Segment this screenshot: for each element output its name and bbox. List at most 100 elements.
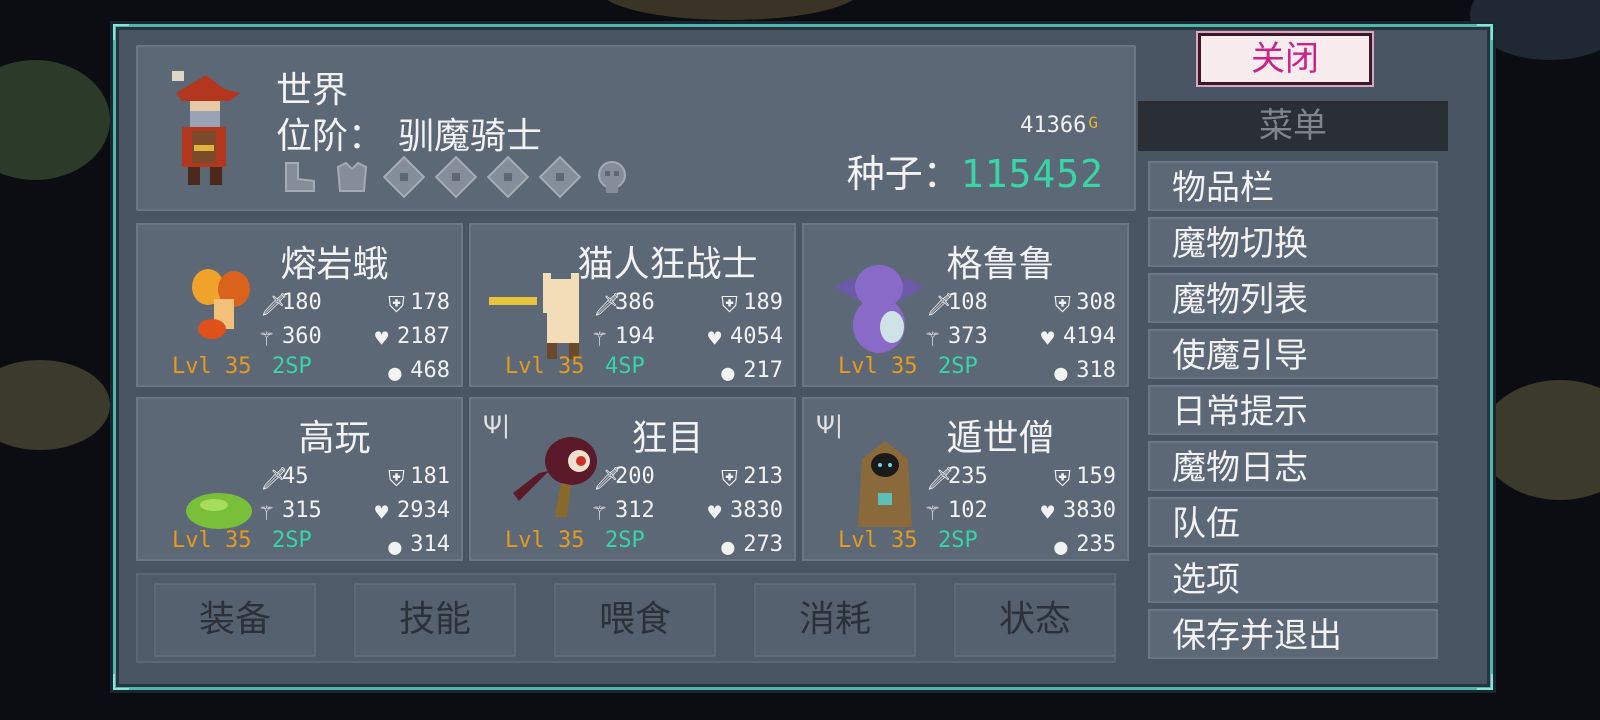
equipment-slots: [276, 155, 636, 199]
monster-card[interactable]: Ψ| 狂目 🗡 200 ⛨ 213 ⚚ 312 ♥ 3830 ● 273 Lvl 35 2SP: [469, 397, 796, 561]
status-button[interactable]: 状态: [954, 583, 1116, 657]
cave-rock-decoration: [0, 60, 110, 180]
equip-button[interactable]: 装备: [154, 583, 316, 657]
rune-slot-icon[interactable]: [432, 155, 480, 199]
food-bag-icon: ●: [1054, 361, 1068, 386]
armor-icon[interactable]: [328, 155, 376, 199]
seed-value: 115452: [960, 152, 1104, 196]
monster-card[interactable]: 高玩 🗡 45 ⛨ 181 ⚚ 315 ♥ 2934 ● 314 Lvl 35 2SP: [136, 397, 463, 561]
seed-display: 种子：115452: [847, 143, 1104, 198]
magic-value: 102: [948, 497, 988, 523]
attack-value: 386: [615, 289, 655, 315]
wand-icon: ⚚: [926, 501, 940, 526]
skill-points: 2SP: [938, 354, 978, 379]
menu-title: 菜单: [1138, 101, 1448, 151]
menu-item-monster-list[interactable]: 魔物列表: [1148, 273, 1438, 323]
defense-value: 181: [410, 463, 450, 489]
attack-value: 45: [282, 463, 309, 489]
food-value: 217: [743, 357, 783, 383]
boot-icon[interactable]: [276, 155, 324, 199]
feed-button[interactable]: 喂食: [554, 583, 716, 657]
shield-icon: ⛨: [721, 467, 738, 492]
sword-icon: 🗡: [260, 293, 288, 318]
menu-item-switch-monster[interactable]: 魔物切换: [1148, 217, 1438, 267]
food-value: 235: [1076, 531, 1116, 557]
food-value: 314: [410, 531, 450, 557]
cave-rock-decoration: [1480, 380, 1600, 500]
level-label: Lvl 35: [172, 528, 252, 553]
level-label: Lvl 35: [505, 528, 585, 553]
monster-name: 熔岩蛾: [280, 244, 389, 285]
level-label: Lvl 35: [172, 354, 252, 379]
monster-card[interactable]: 猫人狂战士 🗡 386 ⛨ 189 ⚚ 194 ♥ 4054 ● 217 Lvl 35 4SP: [469, 223, 796, 387]
skill-points: 4SP: [605, 354, 645, 379]
monster-menu-window: 世界 位阶： 驯魔骑士 41366 G 种子：115452 熔岩蛾 🗡 180 ⛨ 178…: [113, 24, 1493, 690]
rune-slot-icon[interactable]: [484, 155, 532, 199]
menu-item-save-and-quit[interactable]: 保存并退出: [1148, 609, 1438, 659]
menu-item-inventory[interactable]: 物品栏: [1148, 161, 1438, 211]
menu-item-daily-tips[interactable]: 日常提示: [1148, 385, 1438, 435]
rank-value: 驯魔骑士: [398, 116, 543, 157]
food-value: 318: [1076, 357, 1116, 383]
gold-amount: 41366 G: [1020, 113, 1098, 138]
gold-value: 41366: [1020, 113, 1087, 138]
frame-corner: [113, 674, 129, 690]
slime-sprite: [186, 493, 252, 529]
sword-icon: 🗡: [593, 293, 621, 318]
frame-corner: [113, 24, 129, 40]
skull-icon[interactable]: [588, 155, 636, 199]
keeper-portrait: [172, 71, 240, 185]
magic-value: 360: [282, 323, 322, 349]
monster-card[interactable]: 熔岩蛾 🗡 180 ⛨ 178 ⚚ 360 ♥ 2187 ● 468 Lvl 35 2SP: [136, 223, 463, 387]
wand-icon: ⚚: [926, 327, 940, 352]
rune-slot-icon[interactable]: [380, 155, 428, 199]
heart-icon: ♥: [375, 501, 389, 526]
food-bag-icon: ●: [721, 535, 735, 560]
heart-icon: ♥: [708, 501, 722, 526]
defense-value: 178: [410, 289, 450, 315]
heart-icon: ♥: [1041, 501, 1055, 526]
health-value: 3830: [1063, 497, 1116, 523]
sword-icon: 🗡: [926, 293, 954, 318]
magic-value: 194: [615, 323, 655, 349]
heart-icon: ♥: [708, 327, 722, 352]
menu-item-options[interactable]: 选项: [1148, 553, 1438, 603]
health-value: 3830: [730, 497, 783, 523]
attack-value: 200: [615, 463, 655, 489]
skill-points: 2SP: [938, 528, 978, 553]
health-value: 2187: [397, 323, 450, 349]
skills-button[interactable]: 技能: [354, 583, 516, 657]
player-rank: 位阶： 驯魔骑士: [276, 107, 542, 159]
menu-item-familiar-guide[interactable]: 使魔引导: [1148, 329, 1438, 379]
consume-button[interactable]: 消耗: [754, 583, 916, 657]
magic-value: 373: [948, 323, 988, 349]
health-value: 2934: [397, 497, 450, 523]
menu-item-monster-journal[interactable]: 魔物日志: [1148, 441, 1438, 491]
food-bag-icon: ●: [721, 361, 735, 386]
rune-slot-icon[interactable]: [536, 155, 584, 199]
skill-points: 2SP: [272, 354, 312, 379]
attack-value: 108: [948, 289, 988, 315]
skill-points: 2SP: [272, 528, 312, 553]
monster-card[interactable]: Ψ| 遁世僧 🗡 235 ⛨ 159 ⚚ 102 ♥ 3830 ● 235 Lvl 35 2S…: [802, 397, 1129, 561]
wand-icon: ⚚: [260, 327, 274, 352]
wand-icon: ⚚: [260, 501, 274, 526]
menu-item-party[interactable]: 队伍: [1148, 497, 1438, 547]
frame-corner: [1477, 674, 1493, 690]
heart-icon: ♥: [1041, 327, 1055, 352]
monster-name: 高玩: [298, 418, 371, 459]
player-panel: 世界 位阶： 驯魔骑士 41366 G 种子：115452: [136, 45, 1136, 211]
sword-icon: 🗡: [260, 467, 288, 492]
shield-icon: ⛨: [388, 293, 405, 318]
monster-card[interactable]: 格鲁鲁 🗡 108 ⛨ 308 ⚚ 373 ♥ 4194 ● 318 Lvl 35 2SP: [802, 223, 1129, 387]
shield-icon: ⛨: [721, 293, 738, 318]
close-button[interactable]: 关闭: [1198, 33, 1372, 85]
gold-unit: G: [1088, 113, 1098, 132]
level-label: Lvl 35: [505, 354, 585, 379]
attack-value: 235: [948, 463, 988, 489]
monster-name: 遁世僧: [946, 418, 1055, 459]
food-bag-icon: ●: [388, 361, 402, 386]
defense-value: 213: [743, 463, 783, 489]
heart-icon: ♥: [375, 327, 389, 352]
magic-value: 312: [615, 497, 655, 523]
